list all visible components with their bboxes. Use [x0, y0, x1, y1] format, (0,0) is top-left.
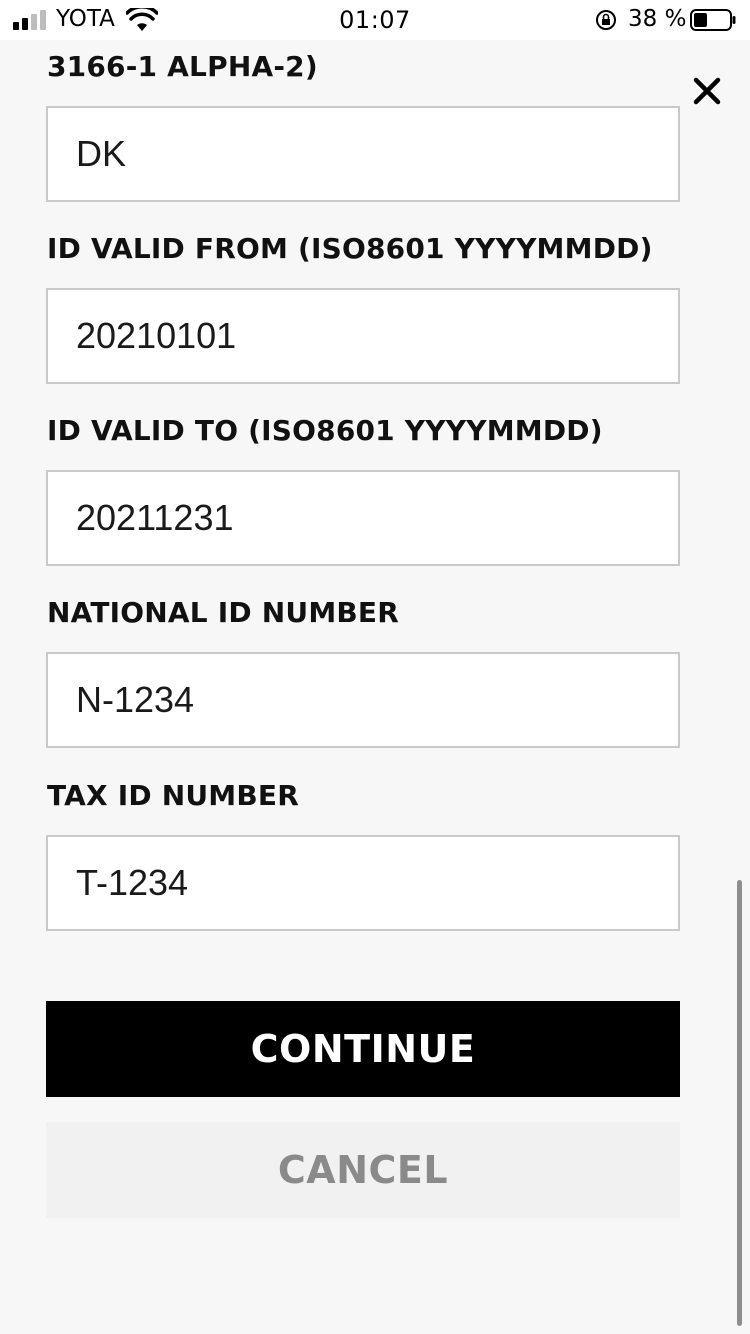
- id-valid-from-input[interactable]: 20210101: [46, 288, 680, 384]
- tax-id-label: TAX ID NUMBER: [47, 779, 300, 812]
- battery-percent: 38 %: [628, 6, 687, 32]
- rotation-lock-icon: [596, 10, 616, 30]
- national-id-label: NATIONAL ID NUMBER: [47, 596, 400, 629]
- close-icon: [693, 77, 721, 105]
- close-button[interactable]: [690, 72, 724, 110]
- id-valid-to-input[interactable]: 20211231: [46, 470, 680, 566]
- tax-id-input[interactable]: T-1234: [46, 835, 680, 931]
- country-code-label: 3166-1 ALPHA-2): [47, 50, 318, 83]
- cancel-button[interactable]: CANCEL: [46, 1122, 680, 1218]
- country-code-input[interactable]: DK: [46, 106, 680, 202]
- battery-icon: [690, 9, 736, 31]
- scrollbar[interactable]: [737, 880, 742, 1326]
- id-valid-from-label: ID VALID FROM (ISO8601 YYYYMMDD): [47, 232, 653, 265]
- id-valid-to-label: ID VALID TO (ISO8601 YYYYMMDD): [47, 414, 603, 447]
- continue-button[interactable]: CONTINUE: [46, 1001, 680, 1097]
- national-id-input[interactable]: N-1234: [46, 652, 680, 748]
- status-bar: YOTA 01:07 38 %: [0, 0, 750, 40]
